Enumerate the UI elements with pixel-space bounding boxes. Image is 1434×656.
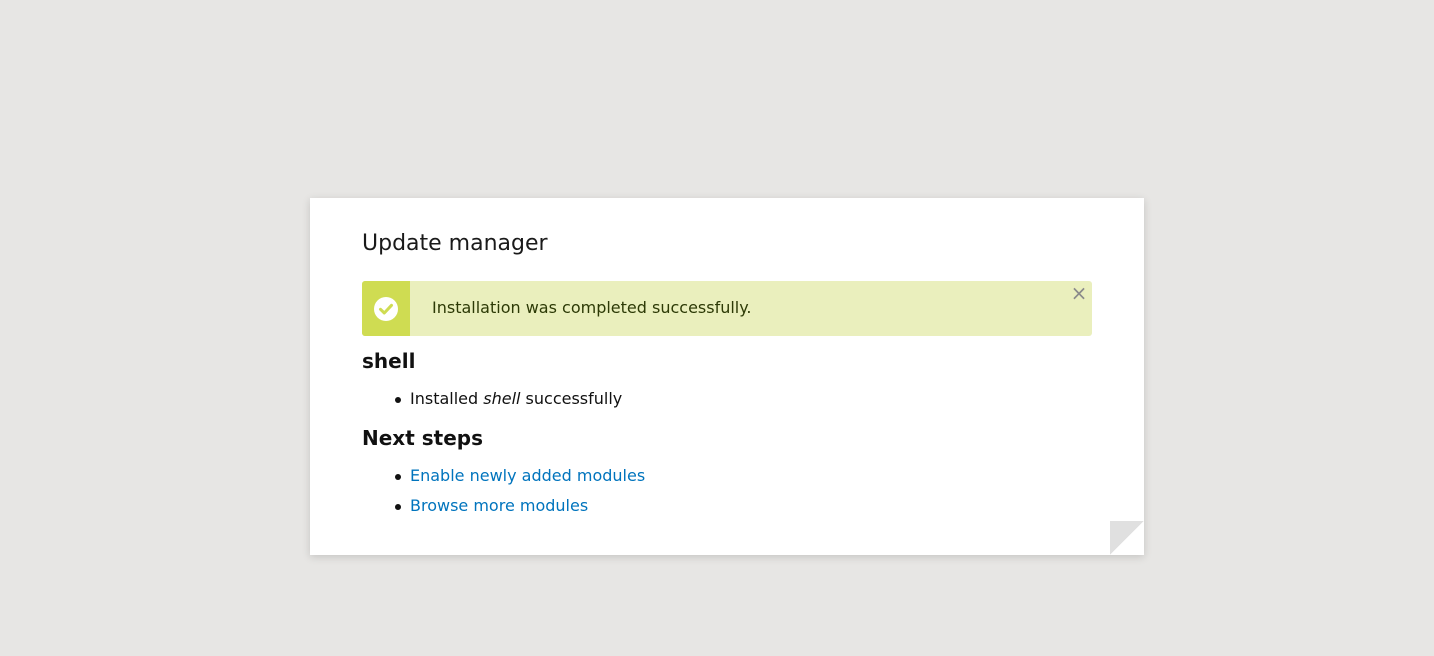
page-fold-corner (1110, 521, 1144, 555)
update-manager-dialog: Update manager Installation was complete… (310, 198, 1144, 555)
project-heading: shell (362, 349, 416, 373)
list-item: Installed shell successfully (362, 389, 622, 419)
list-item: Enable newly added modules (362, 466, 645, 496)
page-background: Update manager Installation was complete… (0, 0, 1434, 656)
list-item: Browse more modules (362, 496, 645, 526)
bullet-icon (395, 474, 401, 480)
project-messages-list: Installed shell successfully (362, 389, 622, 419)
message-text-before: Installed (410, 389, 484, 408)
check-circle-icon (374, 296, 398, 321)
message-text-after: successfully (520, 389, 623, 408)
bullet-icon (395, 504, 401, 510)
next-steps-heading: Next steps (362, 426, 483, 450)
next-steps-list: Enable newly added modules Browse more m… (362, 466, 645, 526)
message-project-name: shell (483, 389, 521, 408)
bullet-icon (395, 397, 401, 403)
page-title: Update manager (362, 231, 548, 256)
status-icon-container (362, 281, 410, 336)
close-icon[interactable]: × (1070, 283, 1088, 303)
status-text: Installation was completed successfully. (432, 298, 752, 317)
status-message: Installation was completed successfully.… (362, 281, 1092, 336)
browse-modules-link[interactable]: Browse more modules (410, 496, 588, 515)
enable-modules-link[interactable]: Enable newly added modules (410, 466, 645, 485)
